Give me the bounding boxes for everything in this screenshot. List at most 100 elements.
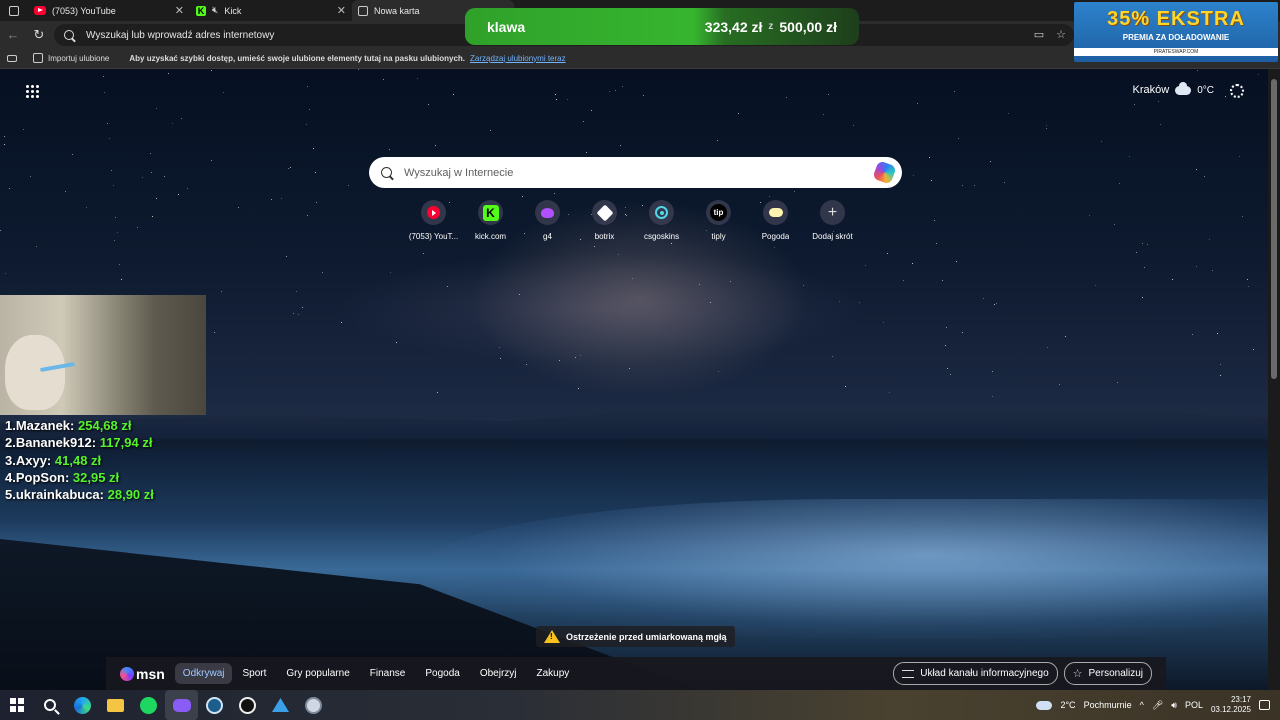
wave-foam [420, 499, 1268, 639]
star [281, 197, 283, 199]
shortcut-label: kick.com [474, 232, 507, 241]
taskbar-discord[interactable] [165, 690, 198, 720]
star [555, 98, 557, 100]
gear-icon[interactable] [1230, 84, 1244, 98]
taskbar-obs[interactable] [231, 690, 264, 720]
star [357, 69, 359, 70]
shortcut-youtube[interactable]: (7053) YouT... [405, 200, 462, 241]
shortcut-pogoda[interactable]: Pogoda [747, 200, 804, 241]
back-button[interactable]: ← [0, 27, 26, 42]
import-favorites-button[interactable]: Importuj ulubione [48, 54, 109, 63]
taskbar-app[interactable] [297, 690, 330, 720]
star [1208, 238, 1210, 240]
star [210, 159, 212, 161]
csgoskins-icon [655, 206, 668, 219]
star [156, 197, 158, 199]
star [936, 243, 938, 244]
msn-tab-odkrywaj[interactable]: Odkrywaj [174, 663, 233, 684]
msn-tab-finanse[interactable]: Finanse [360, 668, 416, 679]
weather-widget[interactable]: Kraków 0°C [1133, 81, 1214, 96]
star [1046, 127, 1048, 129]
refresh-button[interactable]: ↻ [26, 27, 52, 43]
web-search-box[interactable] [369, 157, 902, 188]
shortcut-label: csgoskins [643, 232, 680, 241]
star [499, 346, 501, 348]
star [1211, 270, 1213, 272]
feed-layout-button[interactable]: Układ kanału informacyjnego [893, 662, 1058, 685]
shortcut-tiply[interactable]: tip tiply [690, 200, 747, 241]
star [1253, 348, 1255, 350]
clock[interactable]: 23:17 03.12.2025 [1211, 695, 1251, 715]
favorites-menu-icon[interactable] [7, 54, 17, 62]
star [574, 356, 576, 358]
app-icon [305, 696, 322, 714]
taskbar-edge[interactable] [66, 690, 99, 720]
msn-tab-obejrzyj[interactable]: Obejrzyj [470, 668, 527, 679]
taskbar-steam-alt[interactable] [264, 690, 297, 720]
favorite-star-icon[interactable]: ☆ [1056, 28, 1066, 41]
close-icon[interactable]: ✕ [337, 4, 346, 17]
start-button[interactable] [0, 690, 33, 720]
notification-icon[interactable] [1259, 700, 1270, 710]
copilot-icon[interactable] [872, 160, 897, 185]
star [1258, 73, 1260, 75]
msn-feed-bar: msn Odkrywaj Sport Gry popularne Finanse… [106, 657, 1166, 690]
shortcut-kick[interactable]: K kick.com [462, 200, 519, 241]
manage-favorites-link[interactable]: Zarządzaj ulubionymi teraz [470, 54, 566, 63]
star [838, 301, 840, 303]
web-search-input[interactable] [404, 166, 844, 179]
close-icon[interactable]: ✕ [175, 4, 184, 17]
star [321, 272, 323, 274]
language-indicator[interactable]: POL [1185, 700, 1203, 710]
import-icon [33, 53, 43, 63]
star [111, 169, 113, 171]
cloud-icon [1175, 81, 1192, 95]
tab-youtube[interactable]: (7053) YouTube ✕ [28, 0, 190, 21]
tab-kick[interactable]: K 🔇︎ Kick ✕ [190, 0, 352, 21]
microphone-icon[interactable]: 🎤︎ [1152, 700, 1163, 711]
msn-tab-pogoda[interactable]: Pogoda [415, 668, 469, 679]
star [717, 140, 719, 142]
shortcut-add[interactable]: + Dodaj skrót [804, 200, 861, 241]
star [120, 279, 122, 281]
warning-icon [544, 630, 560, 643]
app-launcher-icon[interactable] [26, 85, 39, 98]
star [302, 307, 304, 309]
msn-tab-gry[interactable]: Gry popularne [276, 668, 359, 679]
star [554, 93, 556, 95]
shortcut-csgoskins[interactable]: csgoskins [633, 200, 690, 241]
star [525, 364, 527, 366]
tiply-icon: tip [710, 204, 727, 221]
shortcut-botrix[interactable]: botrix [576, 200, 633, 241]
star [4, 144, 6, 146]
scrollbar-thumb[interactable] [1271, 79, 1277, 379]
speaker-icon[interactable]: 🔊︎ [1171, 700, 1177, 711]
tray-weather-temp[interactable]: 2°C [1060, 700, 1075, 710]
taskbar-file-explorer[interactable] [99, 690, 132, 720]
favorites-hint: Aby uzyskać szybki dostęp, umieść swoje … [129, 53, 466, 63]
tab-actions-button[interactable] [0, 0, 28, 21]
taskbar-search-button[interactable] [33, 690, 66, 720]
taskbar-spotify[interactable] [132, 690, 165, 720]
star [947, 368, 949, 370]
page-scrollbar[interactable] [1268, 69, 1280, 690]
star [222, 92, 224, 94]
star [1220, 374, 1222, 376]
mute-icon[interactable]: 🔇︎ [212, 5, 218, 16]
msn-tab-sport[interactable]: Sport [232, 668, 276, 679]
shortcut-g4[interactable]: g4 [519, 200, 576, 241]
msn-logo[interactable]: msn [120, 666, 165, 682]
shortcut-label: botrix [594, 232, 615, 241]
tray-weather-condition[interactable]: Pochmurnie [1084, 700, 1132, 710]
taskbar-steam[interactable] [198, 690, 231, 720]
star [490, 129, 492, 131]
fog-warning-badge[interactable]: Ostrzeżenie przed umiarkowaną mgłą [536, 626, 735, 647]
reader-mode-icon[interactable]: ▭ [1034, 28, 1044, 41]
star [1247, 278, 1249, 280]
star [1088, 214, 1090, 216]
personalize-button[interactable]: ☆ Personalizuj [1063, 662, 1152, 685]
donation-goal-amount: 500,00 zł [779, 18, 837, 35]
star [309, 109, 311, 111]
chevron-up-icon[interactable]: ^ [1140, 700, 1144, 710]
msn-tab-zakupy[interactable]: Zakupy [527, 668, 580, 679]
